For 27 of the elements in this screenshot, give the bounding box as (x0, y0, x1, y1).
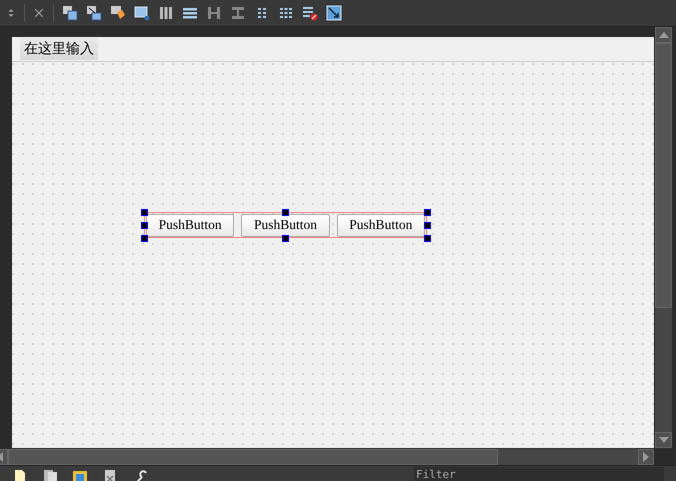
delete-file-icon[interactable] (102, 469, 118, 481)
columns-icon[interactable] (158, 5, 174, 21)
horizontal-splitter-icon[interactable] (206, 5, 222, 21)
close-icon[interactable] (33, 7, 45, 19)
grid-icon[interactable] (278, 5, 294, 21)
horizontal-scrollbar[interactable] (0, 449, 654, 465)
new-file-icon[interactable] (12, 469, 28, 481)
break-layout-icon[interactable] (302, 5, 318, 21)
right-arrow-icon[interactable] (643, 452, 649, 462)
widget-front-icon[interactable] (62, 5, 78, 21)
copy-icon[interactable] (42, 469, 58, 481)
rows-icon[interactable] (182, 5, 198, 21)
down-arrow-icon[interactable] (658, 437, 668, 443)
filter-field[interactable]: Filter (414, 467, 664, 481)
widget-back-icon[interactable] (86, 5, 102, 21)
push-button[interactable]: PushButton (146, 214, 234, 236)
vertical-splitter-icon[interactable] (230, 5, 246, 21)
menu-item[interactable]: 在这里输入 (20, 38, 98, 60)
resize-handle[interactable] (282, 235, 289, 242)
push-button[interactable]: PushButton (241, 214, 330, 236)
vertical-scrollbar[interactable] (654, 27, 672, 448)
up-arrow-icon[interactable] (658, 32, 668, 38)
adjust-size-icon[interactable] (326, 5, 342, 21)
resize-handle[interactable] (282, 209, 289, 216)
horizontal-layout[interactable]: PushButton PushButton PushButton (144, 212, 427, 238)
push-button[interactable]: PushButton (336, 214, 425, 236)
folder-icon[interactable] (72, 469, 88, 481)
